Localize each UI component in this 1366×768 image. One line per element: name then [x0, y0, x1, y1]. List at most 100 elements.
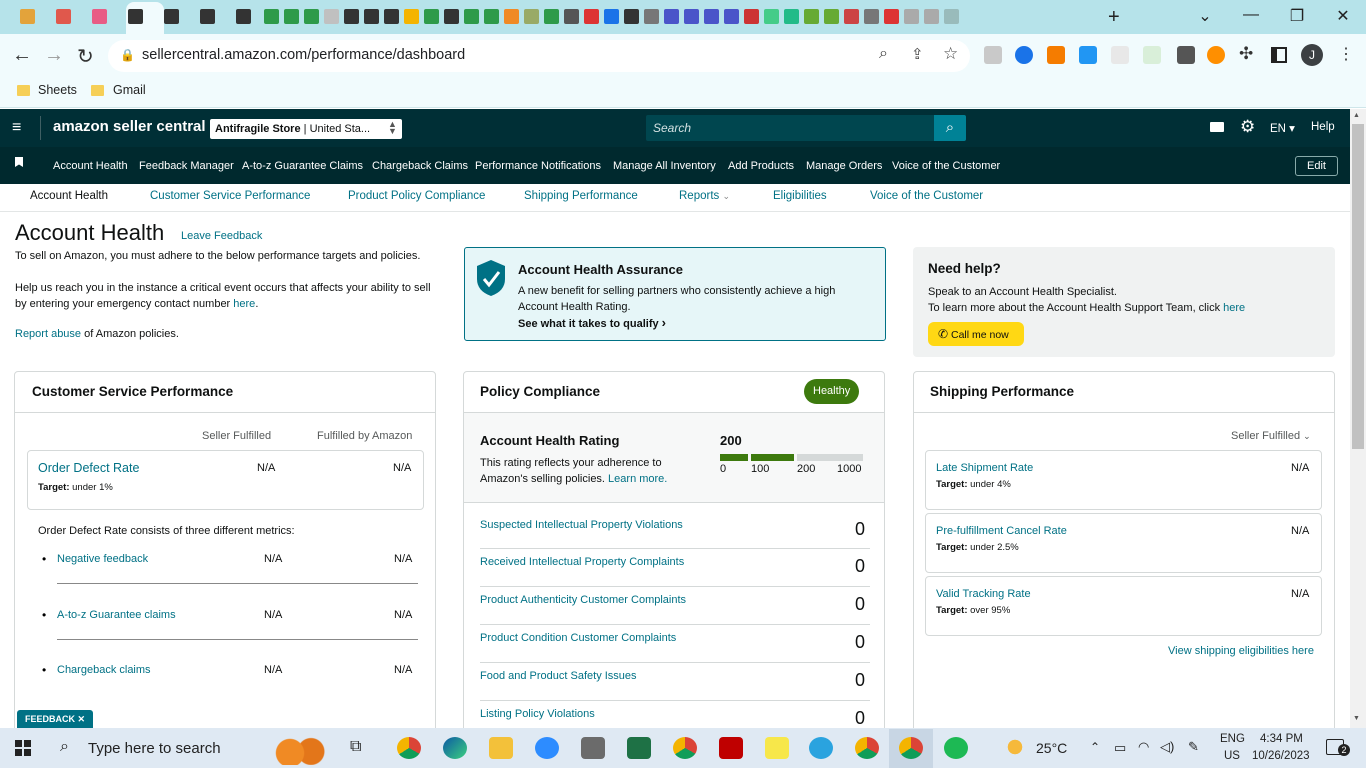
policy-row-label[interactable]: Received Intellectual Property Complaint…: [480, 556, 684, 568]
tab[interactable]: [46, 8, 80, 26]
extension-icon[interactable]: [1207, 46, 1225, 64]
spotify-icon[interactable]: [944, 737, 968, 759]
learn-more-link[interactable]: Learn more.: [608, 473, 667, 485]
edit-nav-button[interactable]: Edit: [1295, 156, 1338, 176]
chrome-icon[interactable]: [899, 737, 923, 759]
policy-row-label[interactable]: Food and Product Safety Issues: [480, 670, 637, 682]
sticky-notes-icon[interactable]: [765, 737, 789, 759]
hamburger-menu-icon[interactable]: ≡: [12, 119, 21, 137]
help-link[interactable]: Help: [1311, 121, 1335, 133]
tab[interactable]: [742, 8, 760, 26]
qualify-link[interactable]: See what it takes to qualify ›: [518, 315, 666, 330]
tab[interactable]: [382, 8, 400, 26]
excel-icon[interactable]: [627, 737, 651, 759]
late-shipment-link[interactable]: Late Shipment Rate: [936, 462, 1033, 474]
view-shipping-eligibilities-link[interactable]: View shipping eligibilities here: [1168, 645, 1314, 657]
subnav-voice-of-customer[interactable]: Voice of the Customer: [870, 190, 983, 202]
gear-icon[interactable]: ⚙: [1240, 117, 1255, 137]
menu-kebab-icon[interactable]: ⋮: [1338, 44, 1354, 64]
mail-icon[interactable]: [1210, 122, 1224, 132]
tab[interactable]: [562, 8, 580, 26]
reload-icon[interactable]: ↻: [77, 44, 94, 69]
tab[interactable]: [302, 8, 320, 26]
taskbar-search[interactable]: Type here to search: [88, 740, 221, 757]
chrome-icon[interactable]: [673, 737, 697, 759]
extension-icon[interactable]: [1015, 46, 1033, 64]
tab[interactable]: [10, 8, 44, 26]
subnav-reports[interactable]: Reports ⌄: [679, 190, 730, 202]
atoz-claims-link[interactable]: A-to-z Guarantee claims: [57, 609, 176, 621]
odr-link[interactable]: Order Defect Rate: [38, 461, 139, 475]
nav-item-voice-of-customer[interactable]: Voice of the Customer: [892, 160, 1000, 172]
minimize-button[interactable]: —: [1236, 6, 1266, 24]
chrome-icon[interactable]: [397, 737, 421, 759]
clock-date[interactable]: 10/26/2023: [1252, 750, 1310, 762]
subnav-eligibilities[interactable]: Eligibilities: [773, 190, 827, 202]
bookmark-gmail[interactable]: Gmail: [113, 83, 146, 97]
emergency-contact-link[interactable]: here: [233, 298, 255, 310]
scroll-up-icon[interactable]: ▲: [1353, 112, 1360, 119]
subnav-product-policy[interactable]: Product Policy Compliance: [348, 190, 485, 202]
policy-row-label[interactable]: Suspected Intellectual Property Violatio…: [480, 519, 683, 531]
new-tab-button[interactable]: +: [1108, 6, 1120, 29]
nav-item-chargeback-claims[interactable]: Chargeback Claims: [372, 160, 468, 172]
tab[interactable]: [802, 8, 820, 26]
extension-icon[interactable]: [1177, 46, 1195, 64]
tab[interactable]: [642, 8, 660, 26]
tab[interactable]: [842, 8, 860, 26]
nav-item-atoz-claims[interactable]: A-to-z Guarantee Claims: [242, 160, 363, 172]
negative-feedback-link[interactable]: Negative feedback: [57, 553, 148, 565]
subnav-shipping[interactable]: Shipping Performance: [524, 190, 638, 202]
report-abuse-link[interactable]: Report abuse: [15, 328, 81, 340]
tab[interactable]: [422, 8, 440, 26]
close-window-button[interactable]: ✕: [1328, 6, 1358, 26]
tab[interactable]: [502, 8, 520, 26]
subnav-customer-service[interactable]: Customer Service Performance: [150, 190, 310, 202]
tab[interactable]: [226, 8, 260, 26]
nav-item-manage-orders[interactable]: Manage Orders: [806, 160, 882, 172]
language-indicator[interactable]: ENG: [1220, 733, 1245, 745]
calculator-icon[interactable]: [581, 737, 605, 759]
tab[interactable]: [722, 8, 740, 26]
policy-row-label[interactable]: Listing Policy Violations: [480, 708, 595, 720]
tab[interactable]: [922, 8, 940, 26]
volume-icon[interactable]: ◁): [1160, 739, 1174, 755]
tab[interactable]: [822, 8, 840, 26]
forward-icon[interactable]: →: [44, 44, 64, 67]
nav-item-performance-notifications[interactable]: Performance Notifications: [475, 160, 601, 172]
search-button[interactable]: ⌕: [934, 115, 966, 141]
tab[interactable]: [362, 8, 380, 26]
extension-icon[interactable]: [1143, 46, 1161, 64]
extension-icon[interactable]: [1079, 46, 1097, 64]
chargeback-claims-link[interactable]: Chargeback claims: [57, 664, 151, 676]
profile-avatar[interactable]: J: [1301, 44, 1323, 66]
bookmark-sheets[interactable]: Sheets: [38, 83, 77, 97]
wifi-icon[interactable]: ◠: [1138, 739, 1149, 755]
seller-central-logo[interactable]: amazon seller central: [53, 118, 206, 135]
nav-item-add-products[interactable]: Add Products: [728, 160, 794, 172]
filezilla-icon[interactable]: [719, 737, 743, 759]
zoom-app-icon[interactable]: [535, 737, 559, 759]
tab[interactable]: [542, 8, 560, 26]
tab[interactable]: [582, 8, 600, 26]
chrome-icon[interactable]: [855, 737, 879, 759]
tab[interactable]: [282, 8, 300, 26]
tab[interactable]: [154, 8, 188, 26]
tab[interactable]: [482, 8, 500, 26]
extension-icon[interactable]: [1111, 46, 1129, 64]
tab[interactable]: [118, 8, 152, 26]
language-selector[interactable]: EN ▾: [1270, 121, 1295, 135]
tab[interactable]: [190, 8, 224, 26]
nav-item-manage-inventory[interactable]: Manage All Inventory: [613, 160, 716, 172]
search-icon[interactable]: ⌕: [60, 738, 69, 756]
subnav-account-health[interactable]: Account Health: [30, 190, 108, 202]
pumpkin-widget-icon[interactable]: [262, 735, 332, 765]
tab[interactable]: [402, 8, 420, 26]
tab[interactable]: [762, 8, 780, 26]
battery-icon[interactable]: ▭: [1114, 740, 1126, 756]
lock-icon[interactable]: 🔒: [120, 48, 135, 62]
clock-time[interactable]: 4:34 PM: [1260, 733, 1303, 745]
side-panel-icon[interactable]: [1271, 47, 1287, 63]
tab[interactable]: [862, 8, 880, 26]
shipping-filter-dropdown[interactable]: Seller Fulfilled ⌄: [1231, 430, 1311, 442]
